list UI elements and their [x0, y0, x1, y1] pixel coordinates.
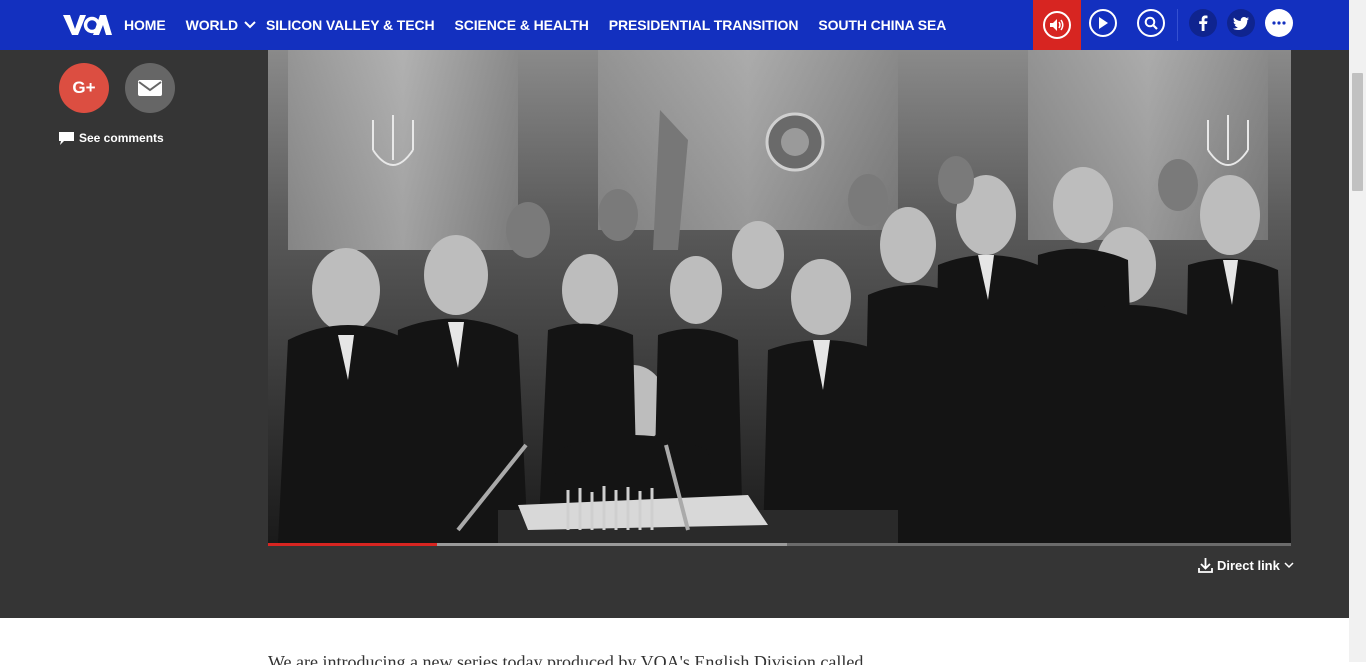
- video-progress-bar[interactable]: [268, 543, 1291, 546]
- chevron-down-icon: [244, 21, 256, 29]
- voa-logo[interactable]: [62, 12, 112, 38]
- article-body-first-line: We are introducing a new series today pr…: [268, 652, 864, 665]
- download-icon: [1198, 558, 1213, 573]
- see-comments-link[interactable]: See comments: [59, 131, 164, 145]
- chevron-down-icon: [1284, 561, 1294, 568]
- page-scrollbar[interactable]: [1349, 0, 1366, 662]
- nav-divider: [1177, 9, 1178, 41]
- google-plus-icon: G+: [72, 78, 96, 97]
- direct-link-button[interactable]: Direct link: [1198, 557, 1298, 573]
- nav-world[interactable]: WORLD: [186, 17, 256, 33]
- page-scrollbar-thumb[interactable]: [1352, 73, 1363, 191]
- top-navigation-bar: HOME WORLD SILICON VALLEY & TECH SCIENCE…: [0, 0, 1349, 50]
- nav-south-china-sea[interactable]: SOUTH CHINA SEA: [818, 17, 946, 33]
- nav-silicon-valley-tech[interactable]: SILICON VALLEY & TECH: [266, 17, 435, 33]
- more-icon[interactable]: [1265, 9, 1293, 37]
- progress-played: [268, 543, 437, 546]
- play-icon[interactable]: [1089, 9, 1117, 37]
- mail-icon: [138, 80, 162, 96]
- nav-home[interactable]: HOME: [124, 17, 166, 33]
- main-nav: HOME WORLD SILICON VALLEY & TECH SCIENCE…: [124, 0, 966, 50]
- nav-science-health[interactable]: SCIENCE & HEALTH: [455, 17, 589, 33]
- listen-button[interactable]: [1033, 0, 1081, 50]
- comment-icon: [59, 131, 74, 145]
- twitter-icon[interactable]: [1227, 9, 1255, 37]
- search-icon[interactable]: [1137, 9, 1165, 37]
- speaker-icon: [1043, 11, 1071, 39]
- google-plus-share-button[interactable]: G+: [59, 63, 109, 113]
- email-share-button[interactable]: [125, 63, 175, 113]
- video-frame-image: [268, 50, 1291, 543]
- nav-presidential-transition[interactable]: PRESIDENTIAL TRANSITION: [609, 17, 799, 33]
- video-player[interactable]: [268, 50, 1291, 543]
- facebook-icon[interactable]: [1189, 9, 1217, 37]
